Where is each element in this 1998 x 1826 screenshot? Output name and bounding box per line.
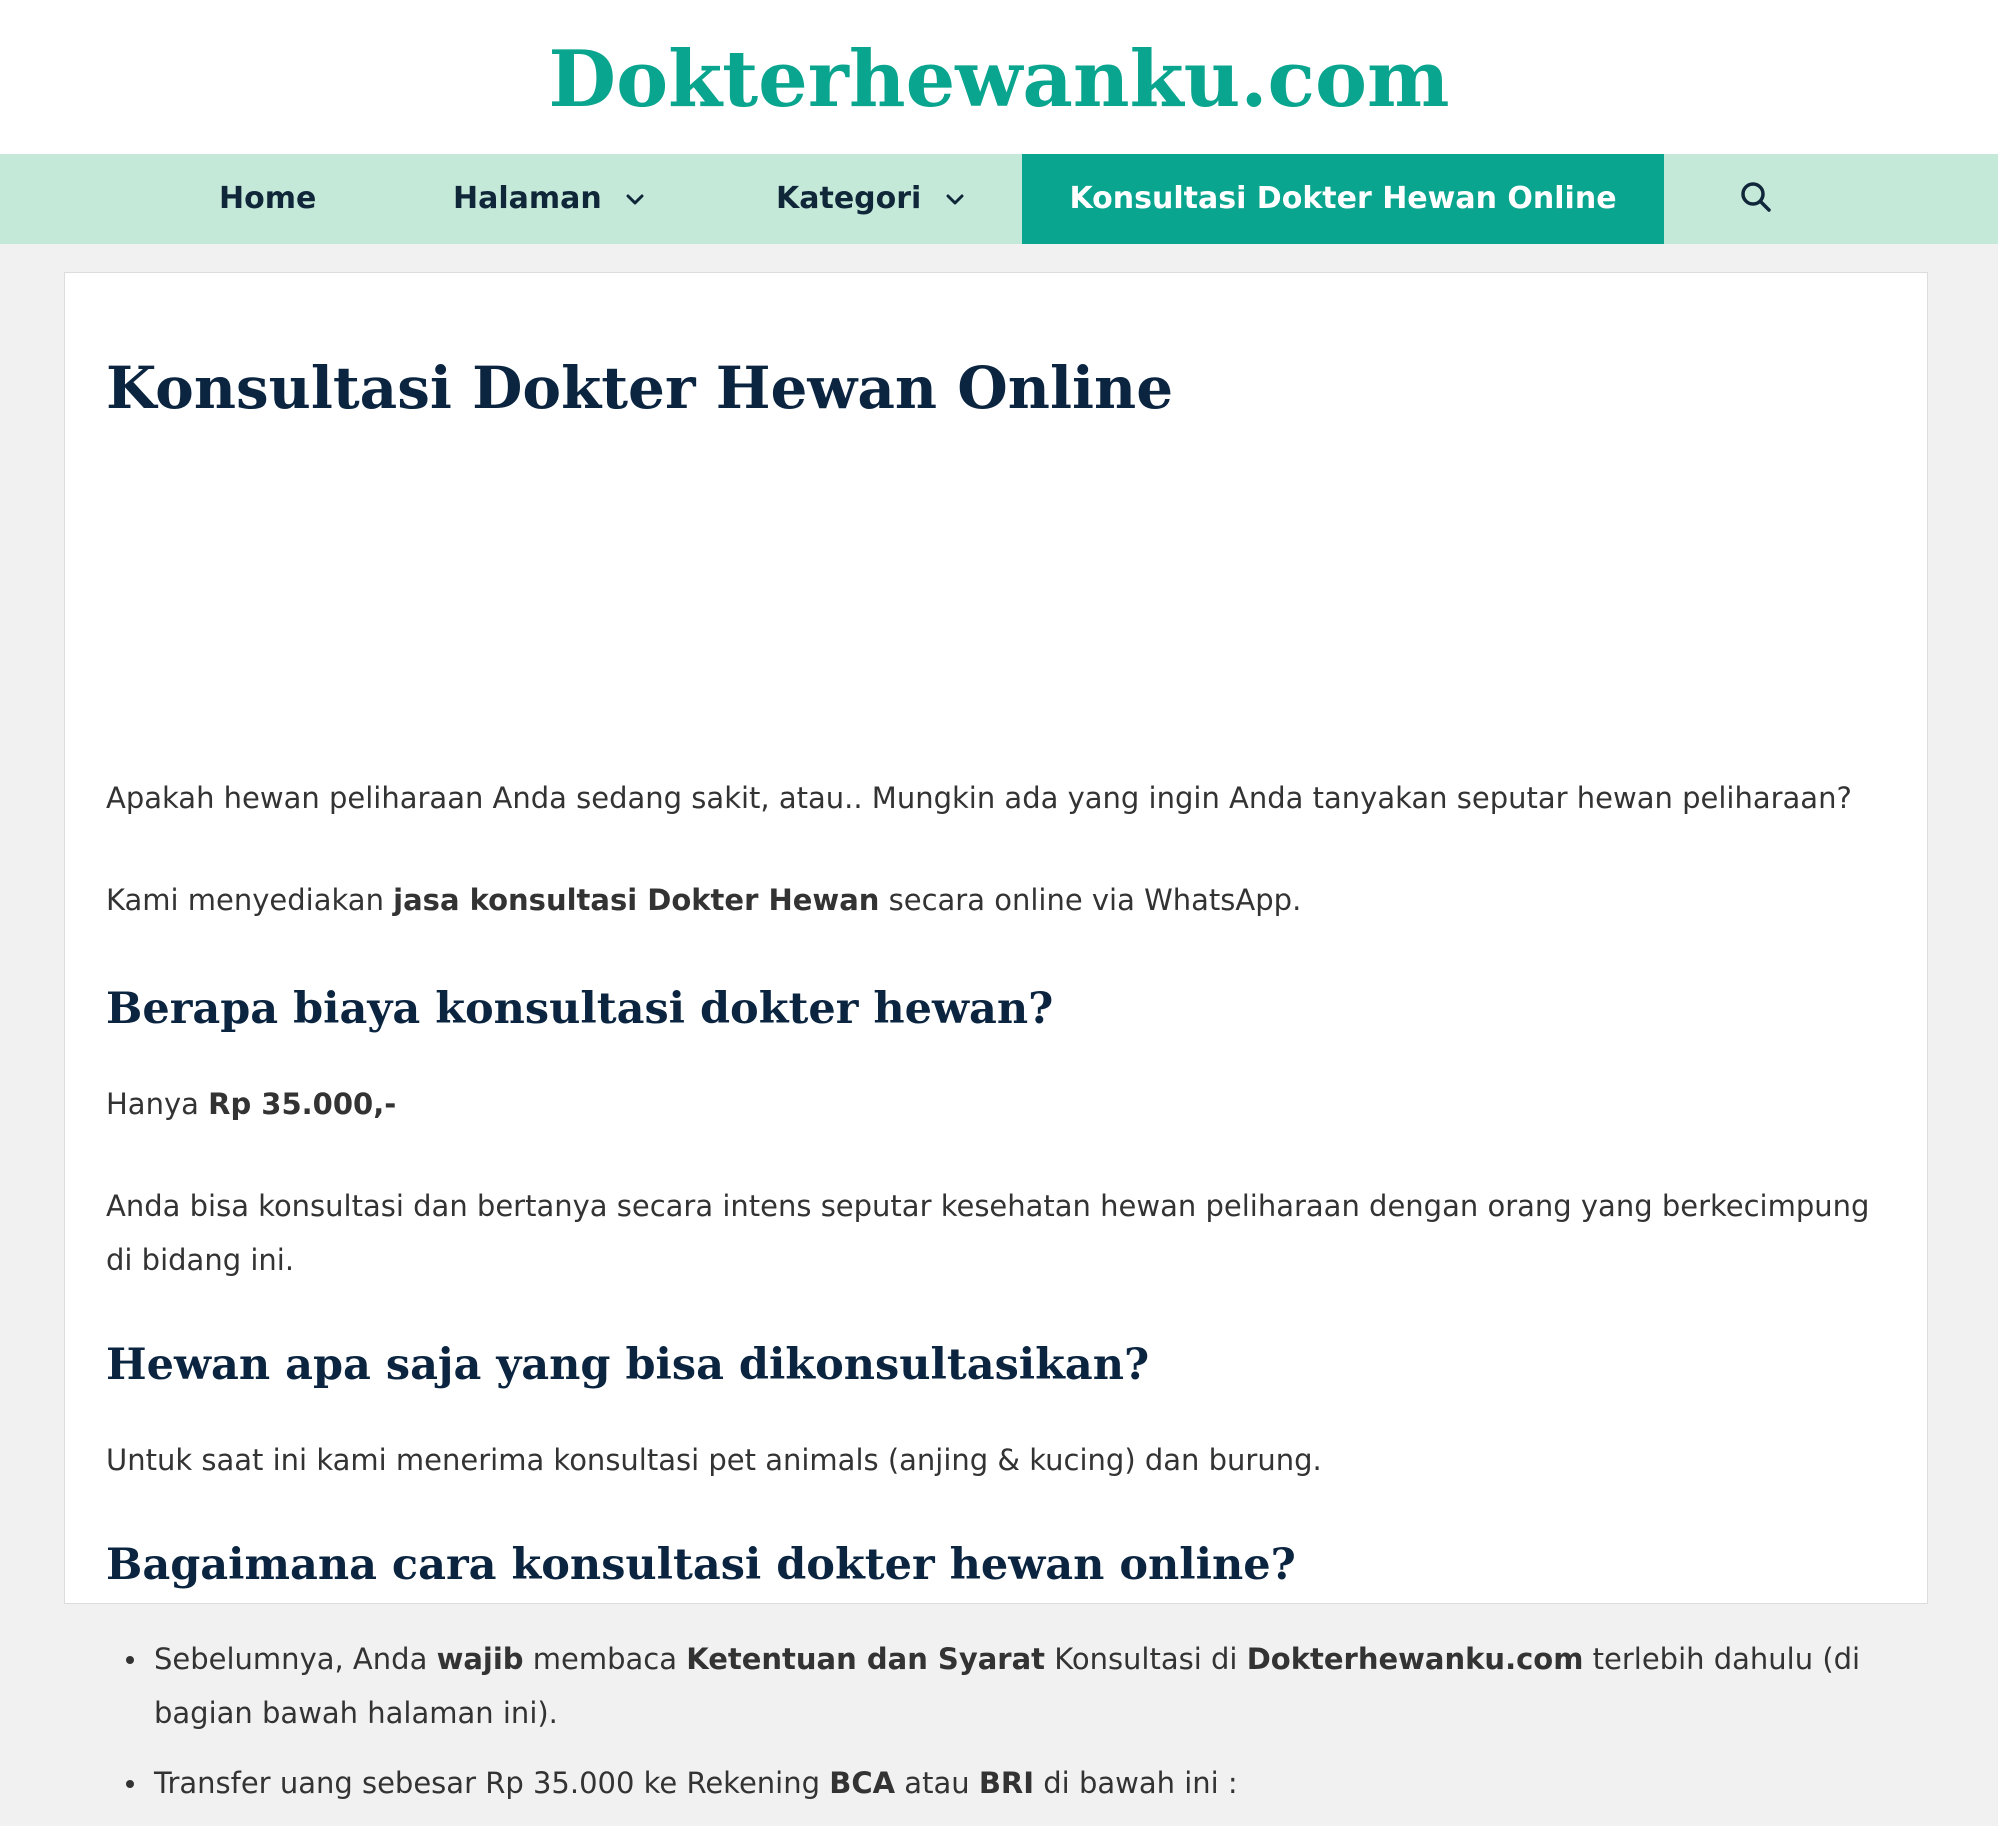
site-title-link[interactable]: Dokterhewanku.com (548, 0, 1449, 126)
step-bold: wajib (436, 1642, 524, 1676)
step-bold: Ketentuan dan Syarat (686, 1642, 1046, 1676)
steps-list: Sebelumnya, Anda wajib membaca Ketentuan… (106, 1632, 1896, 1826)
chevron-down-icon (946, 152, 964, 242)
bullet-icon (126, 1780, 134, 1788)
heading-cara: Bagaimana cara konsultasi dokter hewan o… (106, 1540, 1296, 1590)
nav-item-konsultasi-label: Konsultasi Dokter Hewan Online (1069, 181, 1617, 216)
paragraph-price-text: Hanya (106, 1087, 209, 1121)
main-navigation: Home Halaman Kategori Konsultasi Dokter … (0, 154, 1998, 244)
step-text: di bawah ini : (1034, 1766, 1238, 1800)
nav-item-kategori-label: Kategori (776, 181, 922, 216)
paragraph-price: Hanya Rp 35.000,- (106, 1077, 1896, 1131)
paragraph-intro: Apakah hewan peliharaan Anda sedang saki… (106, 781, 1852, 815)
nav-item-home-label: Home (219, 181, 317, 216)
search-button[interactable] (1734, 154, 1778, 244)
step-bold: BCA (829, 1766, 896, 1800)
search-icon (1740, 181, 1772, 216)
paragraph-service: Kami menyediakan jasa konsultasi Dokter … (106, 873, 1896, 927)
list-item: Sebelumnya, Anda wajib membaca Ketentuan… (106, 1632, 1896, 1740)
paragraph-service-text-end: secara online via WhatsApp. (879, 883, 1302, 917)
content-card: Konsultasi Dokter Hewan Online Apakah he… (64, 272, 1928, 1800)
nav-item-halaman-label: Halaman (453, 181, 602, 216)
step-text: membaca (523, 1642, 687, 1676)
step-bold: Dokterhewanku.com (1246, 1642, 1584, 1676)
bullet-icon (126, 1656, 134, 1664)
heading-hewan: Hewan apa saja yang bisa dikonsultasikan… (106, 1340, 1150, 1390)
step-text: Transfer uang sebesar Rp 35.000 ke Reken… (154, 1766, 830, 1800)
chevron-down-icon (626, 152, 644, 242)
nav-item-konsultasi[interactable]: Konsultasi Dokter Hewan Online (1022, 154, 1664, 244)
step-text: Sebelumnya, Anda (154, 1642, 437, 1676)
nav-item-kategori[interactable]: Kategori (776, 154, 964, 244)
page-title: Konsultasi Dokter Hewan Online (106, 354, 1174, 422)
nav-item-home[interactable]: Home (219, 154, 316, 244)
step-text: atau (895, 1766, 979, 1800)
nav-item-halaman[interactable]: Halaman (453, 154, 644, 244)
list-item: Transfer uang sebesar Rp 35.000 ke Reken… (106, 1756, 1896, 1810)
paragraph-service-text: Kami menyediakan (106, 883, 394, 917)
step-text: Konsultasi di (1045, 1642, 1247, 1676)
heading-biaya: Berapa biaya konsultasi dokter hewan? (106, 984, 1054, 1034)
paragraph-animals: Untuk saat ini kami menerima konsultasi … (106, 1443, 1322, 1477)
paragraph-consult-info: Anda bisa konsultasi dan bertanya secara… (106, 1189, 1870, 1277)
step-bold: BRI (978, 1766, 1035, 1800)
price-value: Rp 35.000,- (208, 1087, 397, 1121)
paragraph-service-bold: jasa konsultasi Dokter Hewan (393, 883, 880, 917)
site-header: Dokterhewanku.com (0, 0, 1998, 154)
